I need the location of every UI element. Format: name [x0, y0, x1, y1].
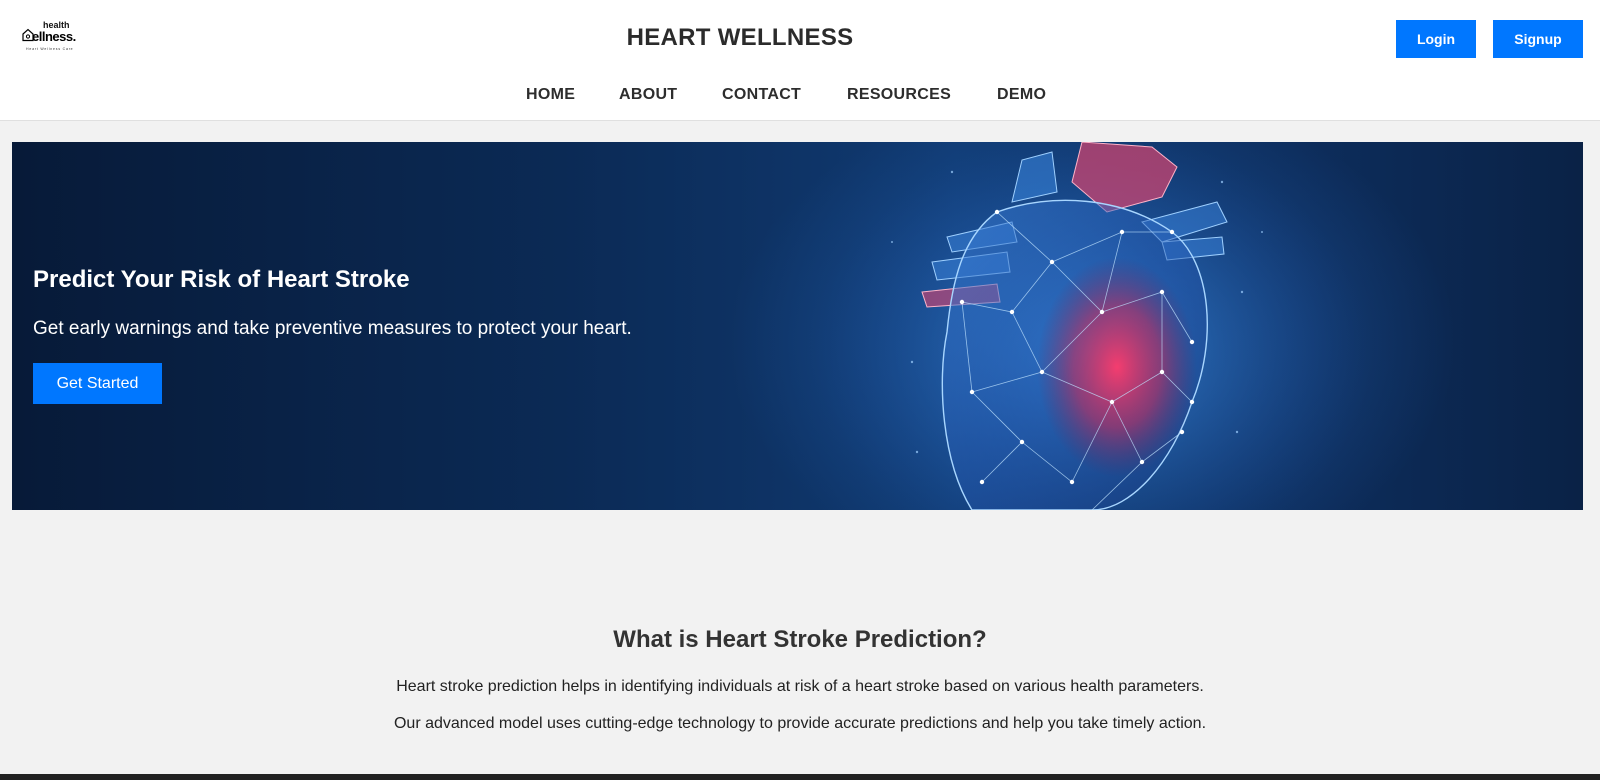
main-nav: HOME ABOUT CONTACT RESOURCES DEMO: [0, 86, 1600, 110]
nav-demo[interactable]: DEMO: [997, 86, 1046, 104]
nav-about[interactable]: ABOUT: [619, 86, 677, 104]
section-paragraph-1: Heart stroke prediction helps in identif…: [396, 678, 1204, 695]
login-button[interactable]: Login: [1396, 20, 1476, 58]
hero-banner: Predict Your Risk of Heart Stroke Get ea…: [12, 142, 1583, 510]
section-paragraph-2: Our advanced model uses cutting-edge tec…: [393, 715, 1207, 732]
get-started-button[interactable]: Get Started: [33, 363, 162, 404]
site-header: health ellness. Heart Wellness Care HEAR…: [0, 0, 1600, 121]
nav-contact[interactable]: CONTACT: [722, 86, 801, 104]
section-heading: What is Heart Stroke Prediction?: [613, 626, 987, 653]
signup-button[interactable]: Signup: [1493, 20, 1583, 58]
hero-title: Predict Your Risk of Heart Stroke: [33, 266, 410, 293]
nav-resources[interactable]: RESOURCES: [847, 86, 951, 104]
nav-home[interactable]: HOME: [526, 86, 575, 104]
hero-subtitle: Get early warnings and take preventive m…: [33, 318, 632, 339]
footer-edge: [0, 774, 1600, 780]
page-title: HEART WELLNESS: [626, 24, 854, 51]
